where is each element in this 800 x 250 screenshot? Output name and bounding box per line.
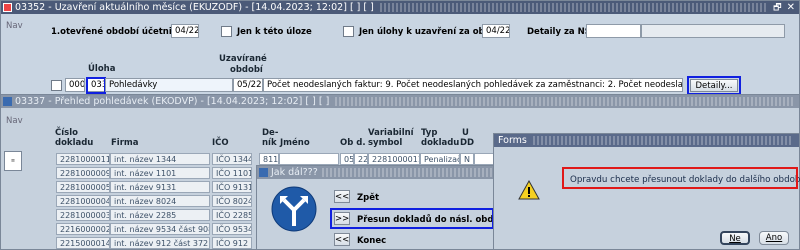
task-number-field[interactable]: 000 <box>65 78 85 92</box>
ico-cell[interactable]: IČO 8024 <box>212 195 252 207</box>
end-button[interactable]: << <box>334 233 350 246</box>
firm-cell[interactable]: int. název 912 část 372 <box>110 237 210 249</box>
yes-button[interactable]: Ano <box>759 231 789 245</box>
doc-number-cell[interactable]: 2281000003 <box>56 209 110 221</box>
firm-cell[interactable]: int. název 2285 <box>110 209 210 221</box>
debtor-cell[interactable]: 811 <box>259 153 279 165</box>
var-symbol-cell[interactable]: 2281000011 <box>368 153 420 165</box>
hdr-type-2: dokladu <box>421 138 460 148</box>
dialog-titlebar-pattern <box>321 168 495 177</box>
hdr-var-2: symbol <box>368 138 403 148</box>
hdr-doc-2: dokladu <box>55 138 94 148</box>
first-open-period-field[interactable]: 04/22 <box>171 24 199 38</box>
hdr-obd: Ob d. <box>340 138 366 148</box>
ico-cell[interactable]: IČO 2285 <box>212 209 252 221</box>
window-uzavreni-titlebar[interactable]: 03352 - Uzavření aktuálního měsíce (EKUZ… <box>1 1 799 14</box>
ico-cell[interactable]: IČO 1101 <box>212 167 252 179</box>
details-ns-name-field <box>641 24 785 38</box>
firm-cell[interactable]: int. název 9534 část 908 <box>110 223 210 235</box>
dialog-jak-dal-title: Jak dál??? <box>271 167 318 178</box>
dialog-forms-titlebar[interactable]: Forms <box>494 134 799 147</box>
direction-sign-icon <box>271 186 317 232</box>
details-ns-label: Detaily za NS <box>527 27 591 37</box>
nav-label[interactable]: Nav <box>6 21 23 31</box>
doc-number-cell[interactable]: 2281000004 <box>56 195 110 207</box>
row-select-checkbox[interactable] <box>51 80 62 91</box>
window-uzavreni: 03352 - Uzavření aktuálního měsíce (EKUZ… <box>0 0 800 96</box>
titlebar-pattern <box>379 3 768 12</box>
doc-number-cell[interactable]: 2215000014 <box>56 237 110 249</box>
name-cell[interactable] <box>279 153 339 165</box>
doc-number-cell[interactable]: 2281000009 <box>56 167 110 179</box>
doc-number-cell[interactable]: 2281000005 <box>56 181 110 193</box>
doc-type-cell[interactable]: Penalizačn <box>420 153 460 165</box>
closed-period-field[interactable]: 05/22 <box>233 78 263 92</box>
col-header-task: Úloha <box>88 64 116 74</box>
details-button-highlight <box>687 76 741 95</box>
forms-titlebar-pattern <box>532 136 793 145</box>
move-documents-highlight <box>330 208 494 229</box>
task-name-field[interactable]: Pohledávky <box>105 78 233 92</box>
back-button[interactable]: << <box>334 190 350 203</box>
task-code-highlight <box>86 77 106 94</box>
no-button[interactable]: Ne <box>720 231 750 245</box>
col-header-closed-1: Uzavírané <box>219 54 267 64</box>
dialog-forms: Forms Opravdu chcete přesunout doklady d… <box>493 133 800 250</box>
hdr-den-1: De- <box>262 128 279 138</box>
task-message-field[interactable]: Počet neodeslaných faktur: 9. Počet neod… <box>263 78 683 92</box>
hdr-den-2: ník <box>262 138 277 148</box>
only-to-close-label: Jen úlohy k uzavření za obd. <box>359 27 494 37</box>
period-a-cell[interactable]: 05 <box>340 153 354 165</box>
period-b-cell[interactable]: 22 <box>354 153 368 165</box>
warning-icon <box>518 179 540 200</box>
restore-icon[interactable]: 🗗 <box>773 0 781 16</box>
doc-number-cell[interactable]: 2281000011 <box>56 153 110 165</box>
firm-cell[interactable]: int. název 1344 <box>110 153 210 165</box>
ico-cell[interactable]: IČO 9534 <box>212 223 252 235</box>
only-this-task-label: Jen k této úloze <box>237 27 312 37</box>
ico-cell[interactable]: IČO 1344 <box>212 153 252 165</box>
dialog-forms-title: Forms <box>498 135 527 146</box>
col-header-closed-2: období <box>230 65 263 75</box>
dialog-app-icon <box>259 168 268 177</box>
window-prehled-titlebar[interactable]: 03337 - Přehled pohledávek (EKODVP) - [1… <box>1 95 799 108</box>
only-to-close-period-field[interactable]: 04/22 <box>482 24 510 38</box>
close-icon[interactable]: ✕ <box>787 2 795 13</box>
dialog-jak-dal-titlebar[interactable]: Jak dál??? <box>257 166 499 179</box>
firm-cell[interactable]: int. název 9131 <box>110 181 210 193</box>
first-open-period-label: 1.otevřené období účetnictví <box>51 27 190 37</box>
details-ns-field[interactable] <box>586 24 641 38</box>
hdr-u-2: DD <box>460 138 475 148</box>
only-this-task-checkbox[interactable] <box>221 26 232 37</box>
app-icon-2 <box>3 97 12 106</box>
side-toolbar-icon[interactable]: ≡ <box>4 151 22 171</box>
hdr-type-1: Typ <box>421 128 438 138</box>
confirm-question-highlight <box>562 167 798 189</box>
hdr-firm: Firma <box>111 138 139 148</box>
hdr-u-1: U <box>462 128 469 138</box>
hdr-name: Jméno <box>280 138 310 148</box>
window-title: 03352 - Uzavření aktuálního měsíce (EKUZ… <box>15 2 374 13</box>
window2-title: 03337 - Přehled pohledávek (EKODVP) - [1… <box>15 96 330 107</box>
app-icon <box>3 3 12 12</box>
titlebar2-pattern <box>335 97 793 106</box>
nav2-label[interactable]: Nav <box>6 116 23 126</box>
ico-cell[interactable]: IČO 912 <box>212 237 252 249</box>
firm-cell[interactable]: int. název 8024 <box>110 195 210 207</box>
ico-cell[interactable]: IČO 9131 <box>212 181 252 193</box>
hdr-doc-1: Číslo <box>55 128 78 138</box>
doc-number-cell[interactable]: 2216000002 <box>56 223 110 235</box>
only-to-close-checkbox[interactable] <box>343 26 354 37</box>
row-filler-cell <box>474 153 494 165</box>
hdr-var-1: Variabilní <box>368 128 414 138</box>
hdr-ico: IČO <box>212 138 229 148</box>
u-dd-cell[interactable]: N <box>460 153 474 165</box>
back-label: Zpět <box>357 193 380 203</box>
firm-cell[interactable]: int. název 1101 <box>110 167 210 179</box>
dialog-jak-dal: Jak dál??? << Zpět >> Přesun dokladů do … <box>256 165 508 250</box>
end-label: Konec <box>357 236 387 246</box>
